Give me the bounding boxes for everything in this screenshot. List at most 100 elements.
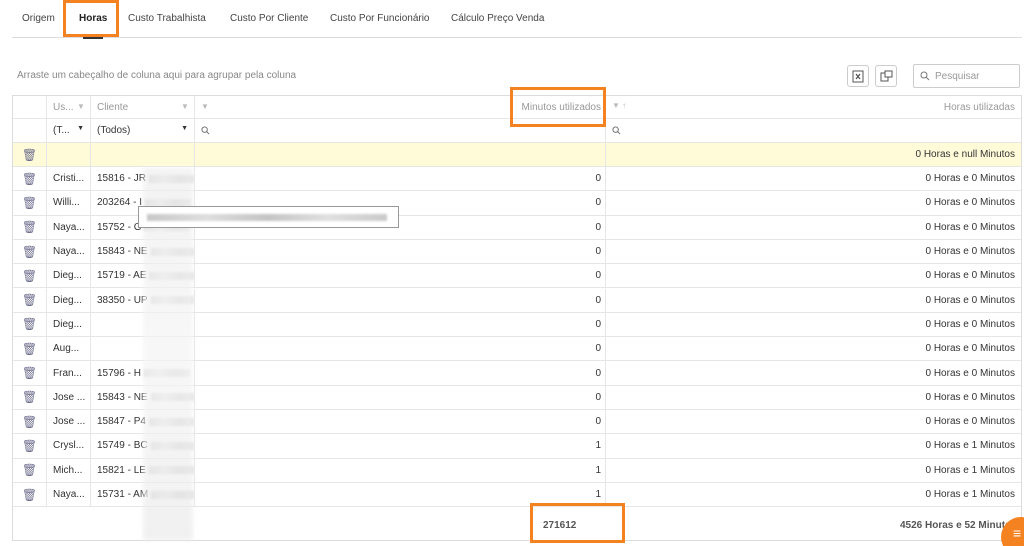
usuario-filter-value: (T...	[53, 125, 70, 136]
filter-icon[interactable]: ▼	[77, 103, 86, 111]
header-cliente[interactable]: Cliente ▼	[91, 96, 195, 118]
header-usuario-label: Us...	[53, 101, 74, 113]
total-horas: 4526 Horas e 52 Minutos	[900, 519, 1017, 531]
usuario-cell: Crysl...	[47, 434, 91, 458]
horas-cell: 0 Horas e 1 Minutos	[925, 440, 1016, 452]
header-minutos-label: Minutos utilizados	[521, 101, 601, 113]
delete-button[interactable]: 🗑	[13, 215, 47, 239]
horas-cell: 0 Horas e 0 Minutos	[925, 391, 1016, 403]
usuario-cell: Mich...	[47, 458, 91, 482]
trash-icon: 🗑	[21, 244, 38, 259]
cliente-text: 15847 - P4	[97, 416, 146, 428]
cliente-filter-value: (Todos)	[97, 125, 131, 136]
column-chooser-icon	[880, 70, 892, 82]
delete-button[interactable]: 🗑	[13, 191, 47, 215]
summary-row[interactable]: 🗑 0 Horas e null Minutos	[13, 143, 1021, 167]
minutos-cell: 0	[195, 167, 606, 191]
usuario-cell: Dieg...	[47, 312, 91, 337]
group-panel[interactable]: Arraste um cabeçalho de coluna aqui para…	[17, 70, 296, 81]
usuario-cell: Naya...	[47, 482, 91, 507]
trash-icon: 🗑	[21, 487, 38, 502]
delete-button[interactable]: 🗑	[13, 361, 47, 385]
search-input[interactable]	[935, 70, 1015, 82]
cliente-text: 15843 - NE	[97, 391, 148, 403]
trash-icon: 🗑	[21, 147, 38, 162]
usuario-cell: Dieg...	[47, 264, 91, 288]
delete-button[interactable]: 🗑	[13, 264, 47, 288]
cliente-text: 15843 - NE	[97, 246, 148, 258]
horas-cell: 0 Horas e 0 Minutos	[925, 416, 1016, 428]
delete-button[interactable]: 🗑	[13, 482, 47, 507]
trash-icon: 🗑	[21, 438, 38, 453]
tab-origem[interactable]: Origem	[22, 0, 55, 38]
excel-export-button[interactable]	[847, 65, 869, 87]
trash-icon: 🗑	[21, 317, 38, 332]
header-usuario[interactable]: Us... ▼	[47, 96, 91, 118]
horas-filter-input[interactable]	[606, 119, 1021, 142]
search-field[interactable]	[913, 64, 1020, 88]
delete-button[interactable]: 🗑	[13, 167, 47, 191]
trash-icon: 🗑	[21, 341, 38, 356]
usuario-cell: Fran...	[47, 361, 91, 385]
delete-button[interactable]: 🗑	[13, 239, 47, 264]
delete-button[interactable]: 🗑	[13, 434, 47, 458]
filter-row: (T... ▼ (Todos) ▼	[13, 119, 1021, 143]
cliente-text: 15719 - AE	[97, 270, 147, 282]
header-horas-label: Horas utilizadas	[943, 101, 1015, 113]
delete-button[interactable]: 🗑	[13, 337, 47, 361]
usuario-filter-select[interactable]: (T... ▼	[47, 119, 91, 142]
filter-icon[interactable]: ▼	[201, 103, 210, 111]
trash-icon: 🗑	[21, 390, 38, 405]
delete-button[interactable]: 🗑	[13, 410, 47, 434]
horas-cell: 0 Horas e 0 Minutos	[925, 173, 1016, 185]
tab-custo-por-cliente[interactable]: Custo Por Cliente	[230, 0, 308, 38]
tab-bar: Origem Horas Custo Trabalhista Custo Por…	[12, 0, 1022, 39]
cliente-filter-select[interactable]: (Todos) ▼	[91, 119, 195, 142]
trash-icon: 🗑	[21, 463, 38, 478]
minutos-cell: 0	[195, 410, 606, 434]
horas-cell: 0 Horas e 0 Minutos	[925, 197, 1016, 209]
total-minutos: 271612	[543, 519, 577, 531]
horas-cell: 0 Horas e 0 Minutos	[925, 270, 1016, 282]
filter-sort-icon[interactable]: ▼ ↑	[612, 101, 626, 110]
cliente-text: 15731 - AM	[97, 489, 149, 501]
summary-horas: 0 Horas e null Minutos	[915, 149, 1016, 160]
delete-button[interactable]: 🗑	[13, 385, 47, 409]
delete-button[interactable]: 🗑	[13, 458, 47, 482]
delete-button[interactable]: 🗑	[13, 143, 47, 166]
usuario-cell: Naya...	[47, 239, 91, 264]
minutos-cell: 0	[195, 361, 606, 385]
usuario-cell: Cristi...	[47, 167, 91, 191]
usuario-cell: Dieg...	[47, 288, 91, 312]
cliente-text: 15749 - BC	[97, 440, 148, 452]
delete-button[interactable]: 🗑	[13, 288, 47, 312]
trash-icon: 🗑	[21, 171, 38, 186]
cliente-text: 15796 - H	[97, 367, 141, 379]
horas-cell: 0 Horas e 1 Minutos	[925, 464, 1016, 476]
tab-custo-por-funcionario[interactable]: Custo Por Funcionário	[330, 0, 430, 38]
usuario-cell: Naya...	[47, 215, 91, 239]
minutos-cell: 1	[195, 458, 606, 482]
column-chooser-button[interactable]	[875, 65, 897, 87]
minutos-cell: 0	[195, 312, 606, 337]
horas-cell: 0 Horas e 0 Minutos	[925, 246, 1016, 258]
delete-button[interactable]: 🗑	[13, 312, 47, 337]
cliente-text: 38350 - UP	[97, 294, 148, 306]
menu-icon: ≡	[1013, 525, 1022, 541]
trash-icon: 🗑	[21, 268, 38, 283]
tab-calculo-preco-venda[interactable]: Cálculo Preço Venda	[451, 0, 544, 38]
filter-icon[interactable]: ▼	[181, 103, 190, 111]
horas-cell: 0 Horas e 1 Minutos	[925, 489, 1016, 501]
minutos-cell: 0	[195, 264, 606, 288]
minutos-filter-input[interactable]	[195, 119, 606, 142]
trash-icon: 🗑	[21, 414, 38, 429]
header-minutos[interactable]: ▼ Minutos utilizados	[195, 96, 606, 118]
header-action-cell	[13, 96, 47, 118]
search-icon	[920, 71, 930, 81]
search-icon	[612, 126, 621, 135]
tab-horas[interactable]: Horas	[79, 0, 107, 39]
redacted-text	[147, 213, 387, 221]
tab-custo-trabalhista[interactable]: Custo Trabalhista	[128, 0, 206, 38]
minutos-cell: 0	[195, 385, 606, 409]
header-horas[interactable]: ▼ ↑ Horas utilizadas	[606, 96, 1021, 118]
